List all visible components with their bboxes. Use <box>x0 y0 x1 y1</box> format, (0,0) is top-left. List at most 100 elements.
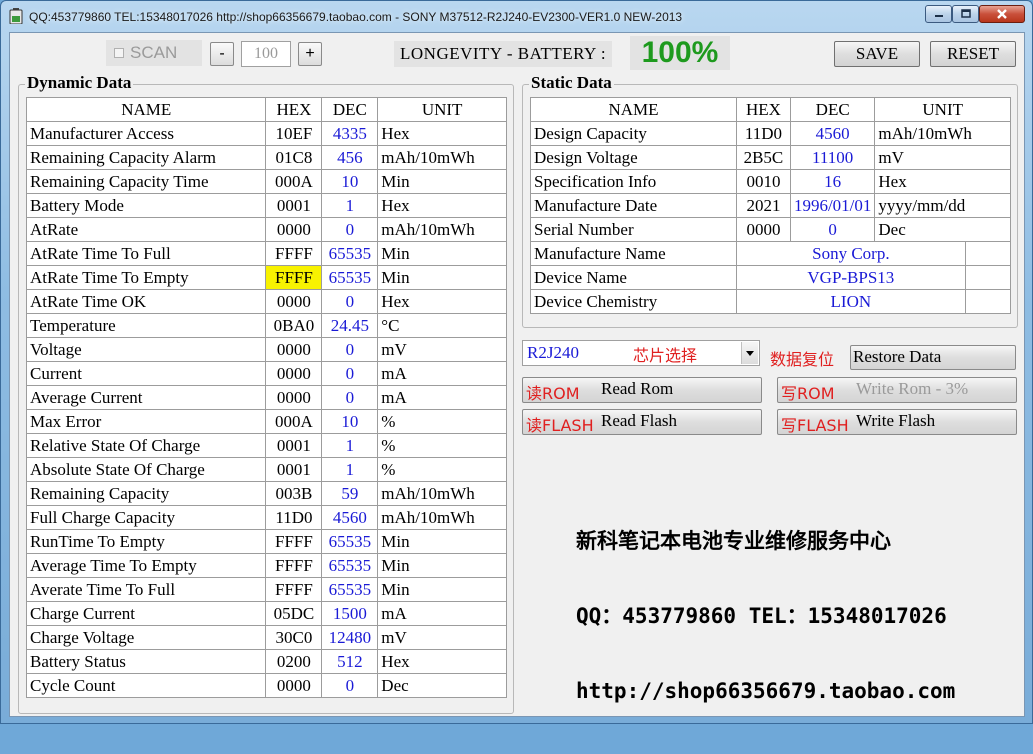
save-button[interactable]: SAVE <box>834 41 920 67</box>
maximize-button[interactable] <box>952 5 979 23</box>
battery-icon <box>9 8 23 24</box>
table-row[interactable]: Device Name VGP-BPS13 <box>530 265 1012 290</box>
table-row[interactable]: Serial Number 0000 0 Dec <box>530 217 1011 242</box>
table-row[interactable]: Cycle Count 0000 0 Dec <box>25 673 507 698</box>
write-flash-button[interactable]: 写FLASH Write Flash <box>777 409 1017 435</box>
close-button[interactable] <box>979 5 1025 23</box>
table-row[interactable]: Battery Status 0200 512 Hex <box>25 649 507 674</box>
row-dec: 1 <box>321 193 379 218</box>
row-unit: Min <box>377 529 507 554</box>
table-row[interactable]: AtRate Time To Empty FFFF 65535 Min <box>25 265 507 290</box>
table-row[interactable]: Average Time To Empty FFFF 65535 Min <box>25 553 507 578</box>
table-row[interactable]: AtRate 0000 0 mAh/10mWh <box>25 217 507 242</box>
row-name: Design Capacity <box>530 121 737 146</box>
row-hex: 0001 <box>265 457 323 482</box>
increment-button[interactable]: + <box>298 42 322 66</box>
table-row[interactable]: Average Current 0000 0 mA <box>25 385 507 410</box>
row-name: Serial Number <box>530 217 737 242</box>
table-row[interactable]: AtRate Time OK 0000 0 Hex <box>25 289 507 314</box>
row-name: Specification Info <box>530 169 737 194</box>
row-name: Max Error <box>25 409 267 434</box>
row-unit: Min <box>377 241 507 266</box>
row-name: Remaining Capacity Alarm <box>25 145 267 170</box>
row-hex: 2021 <box>735 193 791 218</box>
table-row[interactable]: Charge Current 05DC 1500 mA <box>25 601 507 626</box>
reset-button[interactable]: RESET <box>930 41 1016 67</box>
read-flash-label: Read Flash <box>601 411 678 430</box>
row-unit: mV <box>377 625 507 650</box>
table-row[interactable]: Manufacturer Access 10EF 4335 Hex <box>25 121 507 146</box>
table-row[interactable]: Remaining Capacity Time 000A 10 Min <box>25 169 507 194</box>
table-row[interactable]: Remaining Capacity Alarm 01C8 456 mAh/10mWh <box>25 145 507 170</box>
table-row[interactable]: Temperature 0BA0 24.45 °C <box>25 313 507 338</box>
row-hex: 0000 <box>735 217 791 242</box>
row-dec: 10 <box>321 169 379 194</box>
restore-data-button[interactable]: Restore Data <box>850 345 1016 370</box>
table-row[interactable]: RunTime To Empty FFFF 65535 Min <box>25 529 507 554</box>
dynamic-data-legend: Dynamic Data <box>25 73 134 93</box>
table-row[interactable]: Design Capacity 11D0 4560 mAh/10mWh <box>530 121 1011 146</box>
table-header-row: NAME HEX DEC UNIT <box>25 97 507 122</box>
table-row[interactable]: Current 0000 0 mA <box>25 361 507 386</box>
row-unit: Hex <box>377 193 507 218</box>
table-row[interactable]: Voltage 0000 0 mV <box>25 337 507 362</box>
row-hex: 0001 <box>265 433 323 458</box>
write-rom-button[interactable]: 写ROM Write Rom - 3% <box>777 377 1017 403</box>
row-name: Battery Mode <box>25 193 267 218</box>
row-value: VGP-BPS13 <box>735 265 966 290</box>
battery-percent: 100% <box>630 36 730 70</box>
table-row[interactable]: Design Voltage 2B5C 11100 mV <box>530 145 1011 170</box>
row-unit: mV <box>377 337 507 362</box>
row-hex: FFFF <box>265 553 323 578</box>
row-unit: Hex <box>874 169 1011 194</box>
dropdown-button[interactable] <box>741 342 758 364</box>
row-dec: 24.45 <box>321 313 379 338</box>
table-row[interactable]: Averate Time To Full FFFF 65535 Min <box>25 577 507 602</box>
row-hex: FFFF <box>265 241 323 266</box>
row-extra <box>964 289 1012 314</box>
row-hex: 0000 <box>265 217 323 242</box>
row-name: Manufacture Date <box>530 193 737 218</box>
read-flash-button[interactable]: 读FLASH Read Flash <box>522 409 762 435</box>
column-header: UNIT <box>377 97 507 122</box>
row-hex: 30C0 <box>265 625 323 650</box>
chip-select[interactable]: R2J240 芯片选择 <box>522 340 760 366</box>
row-unit: Hex <box>377 649 507 674</box>
row-name: Voltage <box>25 337 267 362</box>
row-name: Remaining Capacity Time <box>25 169 267 194</box>
title-bar[interactable]: QQ:453779860 TEL:15348017026 http://shop… <box>1 1 1032 31</box>
read-rom-label: Read Rom <box>601 379 674 398</box>
table-row[interactable]: Full Charge Capacity 11D0 4560 mAh/10mWh <box>25 505 507 530</box>
minimize-button[interactable] <box>925 5 952 23</box>
table-row[interactable]: Specification Info 0010 16 Hex <box>530 169 1011 194</box>
row-dec: 4560 <box>321 505 379 530</box>
close-icon <box>997 9 1007 19</box>
interval-input[interactable]: 100 <box>241 41 291 67</box>
scan-checkbox[interactable]: SCAN <box>106 40 202 66</box>
row-name: AtRate Time OK <box>25 289 267 314</box>
row-unit: mAh/10mWh <box>377 505 507 530</box>
table-row[interactable]: Relative State Of Charge 0001 1% <box>25 433 507 458</box>
row-dec: 10 <box>321 409 379 434</box>
row-name: Averate Time To Full <box>25 577 267 602</box>
row-value: LION <box>735 289 966 314</box>
read-rom-button[interactable]: 读ROM Read Rom <box>522 377 762 403</box>
write-rom-cn-label: 写ROM <box>781 384 835 403</box>
column-header: HEX <box>265 97 323 122</box>
table-row[interactable]: Absolute State Of Charge 0001 1% <box>25 457 507 482</box>
table-row[interactable]: Remaining Capacity 003B 59 mAh/10mWh <box>25 481 507 506</box>
checkbox-box[interactable] <box>114 48 124 58</box>
table-row[interactable]: Manufacture Date 2021 1996/01/01 yyyy/mm/dd <box>530 193 1011 218</box>
row-dec: 59 <box>321 481 379 506</box>
row-unit: mA <box>377 385 507 410</box>
table-row[interactable]: Device Chemistry LION <box>530 289 1012 314</box>
decrement-button[interactable]: - <box>210 42 234 66</box>
table-row[interactable]: Manufacture Name Sony Corp. <box>530 241 1012 266</box>
row-name: Absolute State Of Charge <box>25 457 267 482</box>
row-name: Average Current <box>25 385 267 410</box>
table-row[interactable]: Max Error 000A 10% <box>25 409 507 434</box>
table-row[interactable]: Battery Mode 0001 1 Hex <box>25 193 507 218</box>
table-row[interactable]: Charge Voltage 30C0 12480 mV <box>25 625 507 650</box>
table-row[interactable]: AtRate Time To Full FFFF 65535 Min <box>25 241 507 266</box>
row-unit: mA <box>377 361 507 386</box>
